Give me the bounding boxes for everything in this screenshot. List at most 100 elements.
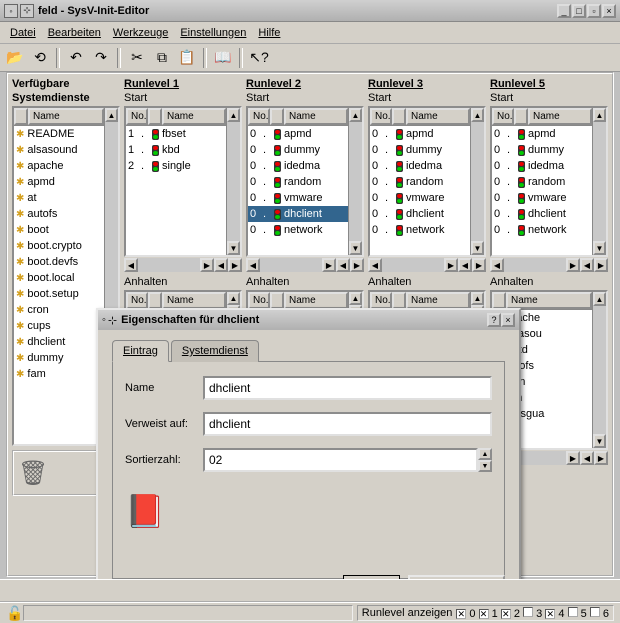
start-item[interactable]: 0.vmware — [248, 190, 348, 206]
runlevel-check-1[interactable] — [479, 609, 489, 619]
stop-scrollbar[interactable]: ▲▼ — [226, 292, 240, 308]
start-item[interactable]: 0.vmware — [370, 190, 470, 206]
available-item[interactable]: ✱apmd — [14, 174, 104, 190]
col-no[interactable]: No. — [370, 292, 392, 308]
book-icon[interactable]: 📖 — [212, 47, 234, 69]
paste-icon[interactable]: 📋 — [176, 47, 198, 69]
col-no[interactable]: No. — [126, 292, 148, 308]
dialog-pin-icon[interactable]: ⊹ — [108, 314, 117, 327]
available-item[interactable]: ✱boot — [14, 222, 104, 238]
start-item[interactable]: 0.random — [370, 174, 470, 190]
available-item[interactable]: ✱boot.devfs — [14, 254, 104, 270]
available-item[interactable]: ✱cron — [14, 302, 104, 318]
available-item[interactable]: ✱cups — [14, 318, 104, 334]
col-name[interactable]: Name — [406, 292, 470, 308]
available-item[interactable]: ✱boot.setup — [14, 286, 104, 302]
start-item[interactable]: 2.single — [126, 158, 226, 174]
stop-scrollbar[interactable]: ▲▼ — [470, 292, 484, 308]
runlevel-check-6[interactable] — [590, 607, 600, 617]
col-name[interactable]: Name — [406, 108, 470, 125]
start-item[interactable]: 0.idedma — [370, 158, 470, 174]
sysmenu-icon[interactable]: ◦ — [4, 4, 18, 18]
sort-spinner[interactable]: ▲▼ — [478, 448, 492, 472]
open-icon[interactable]: 📂 — [4, 47, 26, 69]
start-item[interactable]: 0.dhclient — [492, 206, 592, 222]
redo-icon[interactable]: ↷ — [90, 47, 112, 69]
start-scrollbar[interactable]: ▲▼ — [470, 108, 484, 255]
start-scrollbar[interactable]: ▲▼ — [592, 108, 606, 255]
menu-tools[interactable]: Werkzeuge — [107, 25, 174, 41]
start-item[interactable]: 0.apmd — [248, 126, 348, 142]
menu-settings[interactable]: Einstellungen — [174, 25, 252, 41]
available-item[interactable]: ✱dummy — [14, 350, 104, 366]
start-item[interactable]: 1.fbset — [126, 126, 226, 142]
runlevel-check-0[interactable] — [456, 609, 466, 619]
start-scrollbar[interactable]: ▲▼ — [348, 108, 362, 255]
pin-icon[interactable]: ⊹ — [20, 4, 34, 18]
runlevel-check-5[interactable] — [568, 607, 578, 617]
start-item[interactable]: 0.dummy — [492, 142, 592, 158]
col-no[interactable]: No. — [492, 108, 514, 125]
runlevel-check-3[interactable] — [523, 607, 533, 617]
whatsthis-icon[interactable]: ↖? — [248, 47, 270, 69]
menu-edit[interactable]: Bearbeiten — [42, 25, 107, 41]
col-name[interactable]: Name — [162, 108, 226, 125]
col-name[interactable]: Name — [506, 292, 592, 309]
available-header[interactable]: Name — [28, 108, 104, 125]
col-name[interactable]: Name — [284, 108, 348, 125]
lock-icon[interactable]: 🔓 — [6, 605, 23, 622]
col-name[interactable]: Name — [162, 292, 226, 308]
available-item[interactable]: ✱README — [14, 126, 104, 142]
name-field[interactable] — [203, 376, 492, 400]
start-item[interactable]: 0.random — [492, 174, 592, 190]
available-item[interactable]: ✱autofs — [14, 206, 104, 222]
col-name[interactable]: Name — [528, 108, 592, 125]
maximize-button[interactable]: □ — [572, 4, 586, 18]
start-item[interactable]: 0.dhclient — [248, 206, 348, 222]
available-item[interactable]: ✱boot.local — [14, 270, 104, 286]
start-hscroll[interactable]: ◀▶◀▶ — [246, 258, 364, 272]
col-no[interactable]: No. — [370, 108, 392, 125]
sort-field[interactable] — [203, 448, 478, 472]
col-no[interactable]: No. — [248, 292, 270, 308]
copy-icon[interactable]: ⧉ — [151, 47, 173, 69]
dialog-help-button[interactable]: ? — [487, 313, 501, 327]
start-item[interactable]: 0.apmd — [492, 126, 592, 142]
available-item[interactable]: ✱apache — [14, 158, 104, 174]
start-item[interactable]: 0.dhclient — [370, 206, 470, 222]
stop-scrollbar[interactable]: ▲▼ — [592, 292, 606, 448]
close-button[interactable]: × — [602, 4, 616, 18]
runlevel-check-2[interactable] — [501, 609, 511, 619]
start-item[interactable]: 0.idedma — [248, 158, 348, 174]
start-item[interactable]: 0.vmware — [492, 190, 592, 206]
runlevel-check-4[interactable] — [545, 609, 555, 619]
dialog-close-button[interactable]: × — [501, 313, 515, 327]
menu-help[interactable]: Hilfe — [252, 25, 286, 41]
start-item[interactable]: 0.network — [248, 222, 348, 238]
available-item[interactable]: ✱boot.crypto — [14, 238, 104, 254]
start-item[interactable]: 0.dummy — [248, 142, 348, 158]
col-no[interactable]: No. — [248, 108, 270, 125]
start-item[interactable]: 0.apmd — [370, 126, 470, 142]
start-scrollbar[interactable]: ▲▼ — [226, 108, 240, 255]
start-item[interactable]: 0.network — [370, 222, 470, 238]
available-item[interactable]: ✱alsasound — [14, 142, 104, 158]
cut-icon[interactable]: ✂ — [126, 47, 148, 69]
menu-file[interactable]: Datei — [4, 25, 42, 41]
start-item[interactable]: 0.idedma — [492, 158, 592, 174]
start-hscroll[interactable]: ◀▶◀▶ — [124, 258, 242, 272]
available-item[interactable]: ✱at — [14, 190, 104, 206]
start-item[interactable]: 0.random — [248, 174, 348, 190]
tab-entry[interactable]: Eintrag — [112, 340, 169, 362]
ref-field[interactable] — [203, 412, 492, 436]
available-item[interactable]: ✱dhclient — [14, 334, 104, 350]
dialog-sysmenu-icon[interactable]: ◦ — [102, 314, 106, 327]
col-no[interactable]: No. — [126, 108, 148, 125]
start-item[interactable]: 0.network — [492, 222, 592, 238]
undo-icon[interactable]: ↶ — [65, 47, 87, 69]
minimize-button[interactable]: _ — [557, 4, 571, 18]
restore-button[interactable]: ▫ — [587, 4, 601, 18]
stop-scrollbar[interactable]: ▲▼ — [348, 292, 362, 308]
col-name[interactable]: Name — [284, 292, 348, 308]
start-hscroll[interactable]: ◀▶◀▶ — [490, 258, 608, 272]
